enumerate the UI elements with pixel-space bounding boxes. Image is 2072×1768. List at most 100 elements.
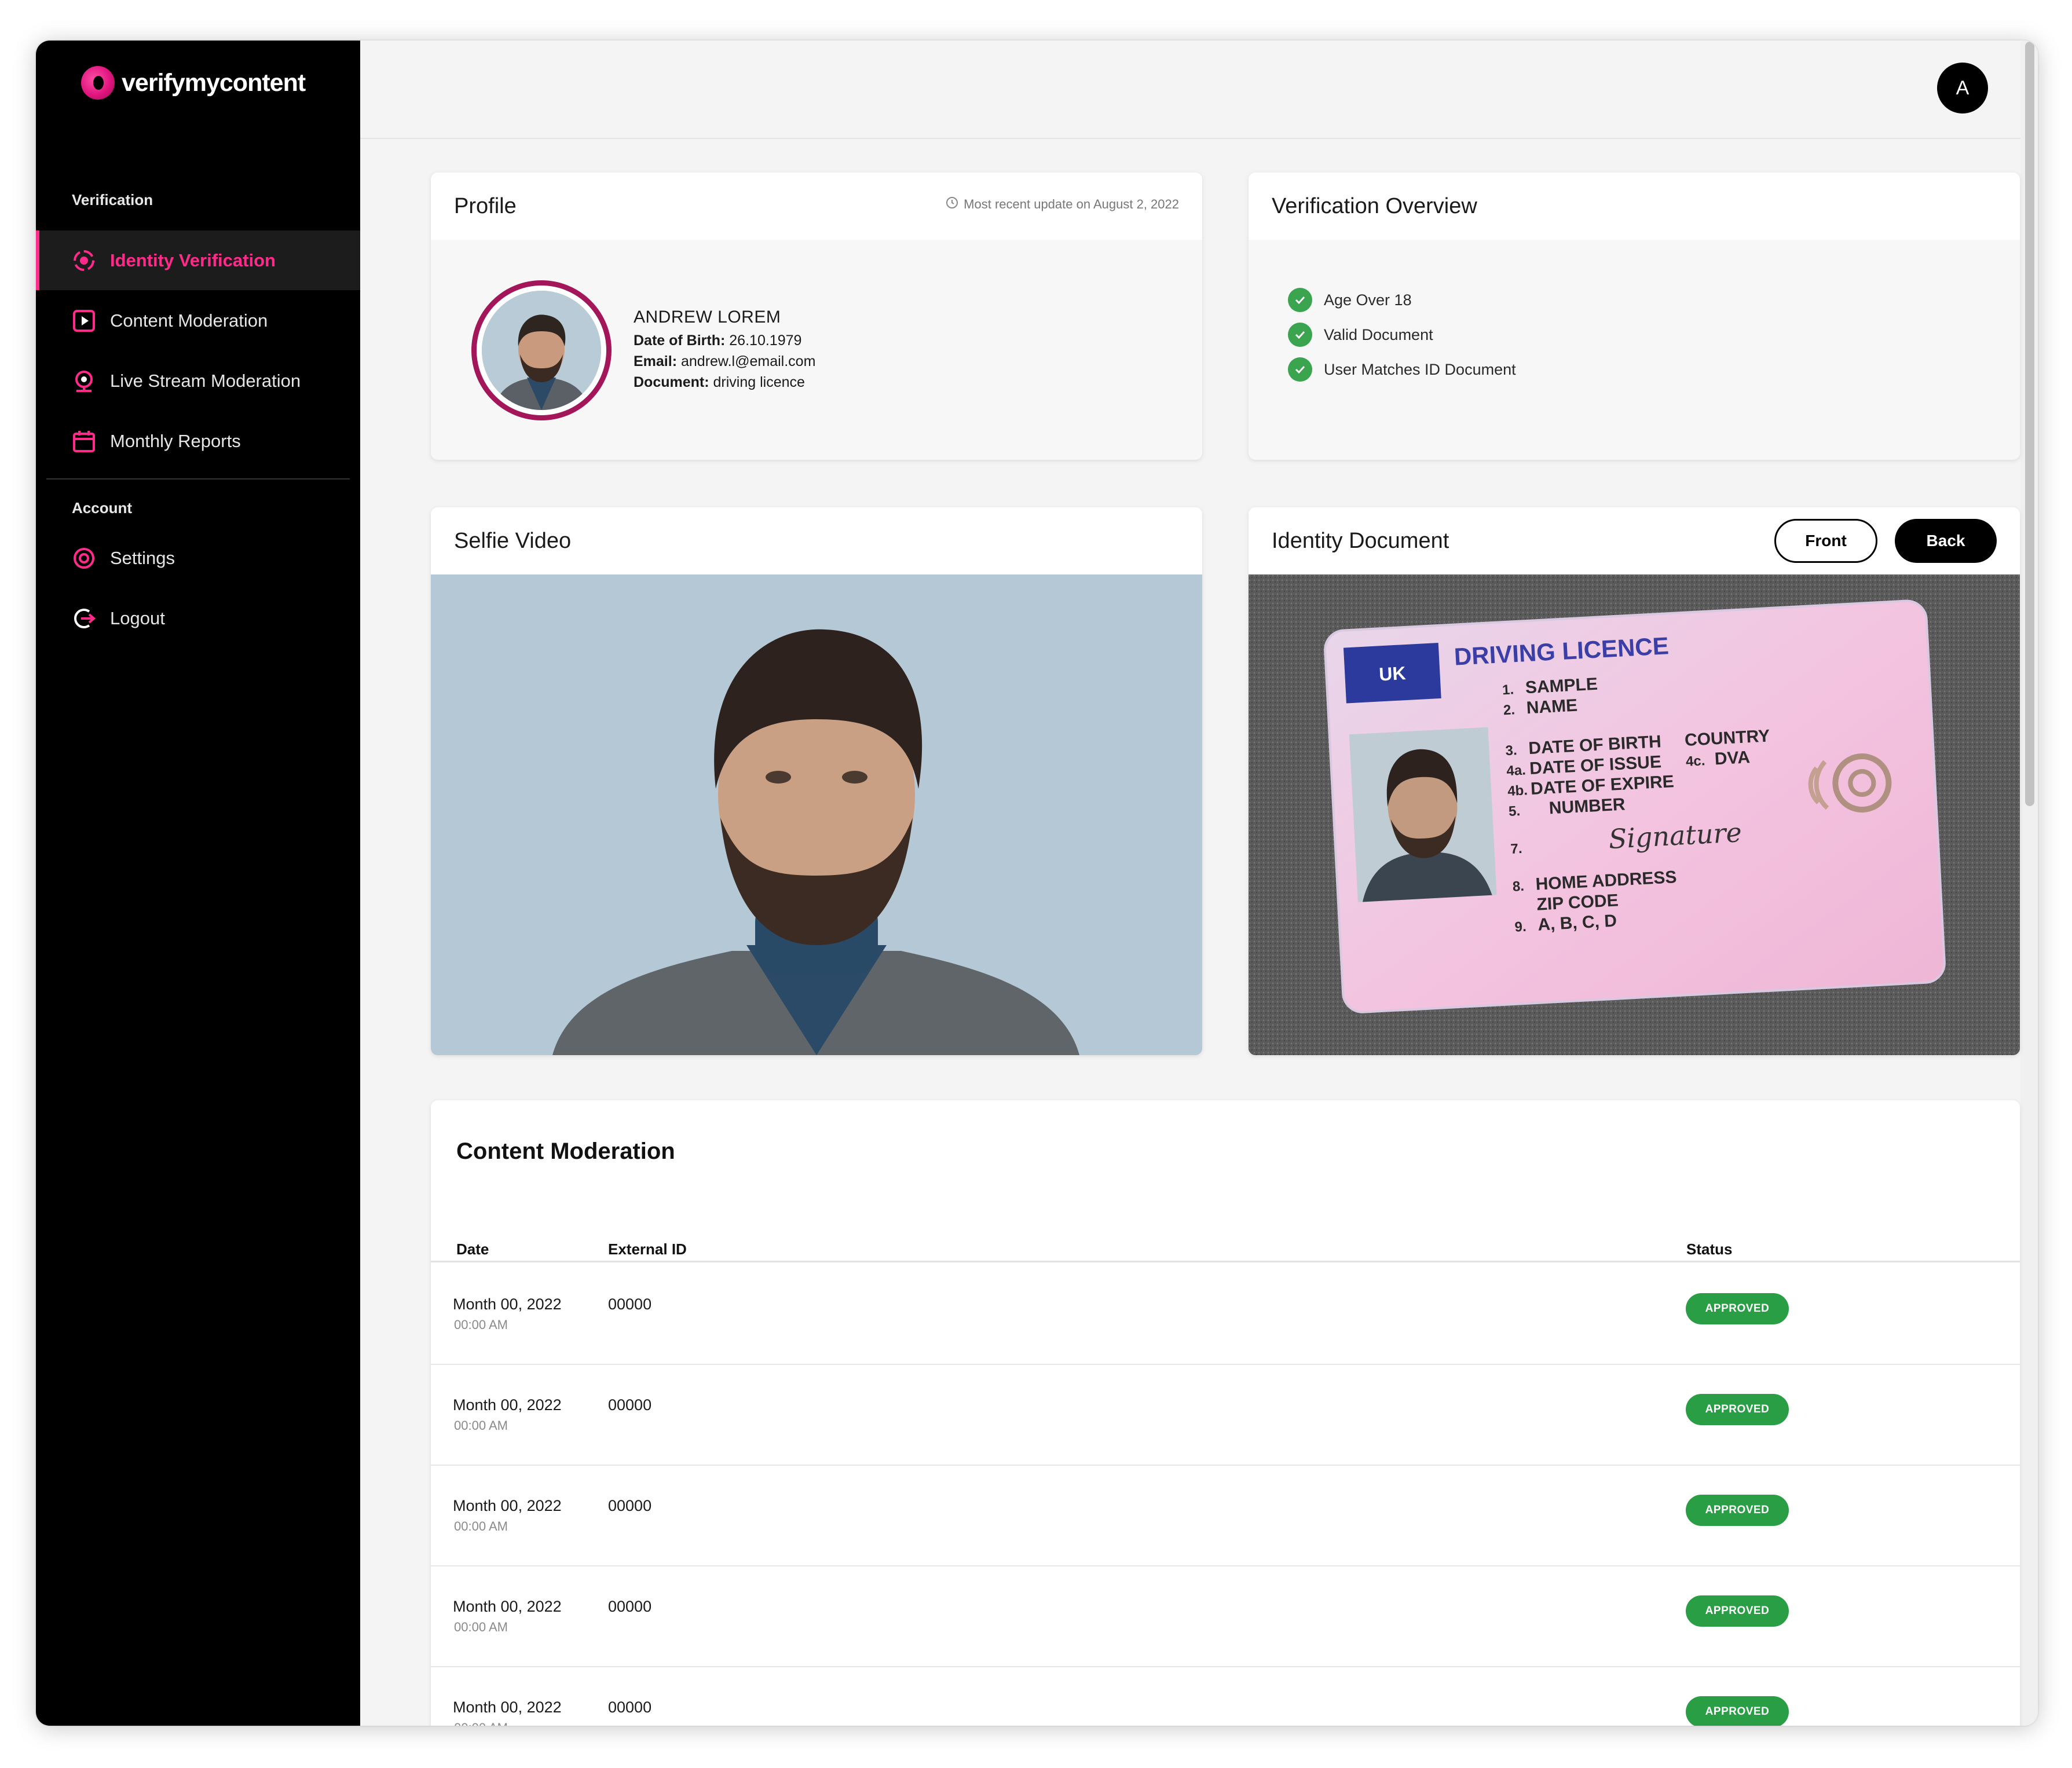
svg-text:8.: 8.: [1512, 878, 1524, 895]
sidebar-divider: [46, 478, 350, 479]
svg-text:5.: 5.: [1508, 803, 1520, 819]
row-time: 00:00 AM: [454, 1519, 508, 1533]
row-date: Month 00, 2022: [453, 1295, 562, 1313]
profile-avatar: [471, 280, 612, 420]
row-time: 00:00 AM: [454, 1721, 508, 1726]
logo-mark-icon: [81, 66, 115, 100]
row-date: Month 00, 2022: [453, 1396, 562, 1414]
svg-text:7.: 7.: [1510, 841, 1522, 857]
sidebar-item-label: Content Moderation: [110, 310, 268, 331]
column-header-status[interactable]: Status: [1686, 1240, 1732, 1258]
table-row[interactable]: Month 00, 2022 00:00 AM 00000 APPROVED: [431, 1264, 2020, 1365]
status-badge: APPROVED: [1686, 1495, 1789, 1526]
svg-text:4c.: 4c.: [1685, 753, 1705, 770]
identity-document-image: UK DRIVING LICENCE 1. SAMPLE 2. NAME 3. …: [1249, 574, 2020, 1055]
user-avatar-button[interactable]: A: [1937, 63, 1988, 114]
profile-title: Profile: [454, 193, 517, 218]
row-time: 00:00 AM: [454, 1317, 508, 1332]
row-external-id: 00000: [608, 1699, 652, 1716]
country-code: UK: [1378, 662, 1406, 684]
email-value: andrew.l@email.com: [680, 353, 816, 369]
status-badge: APPROVED: [1686, 1696, 1789, 1726]
check-icon: [1288, 323, 1312, 347]
iddoc-title: Identity Document: [1272, 528, 1449, 553]
table-row[interactable]: Month 00, 2022 00:00 AM 00000 APPROVED: [431, 1466, 2020, 1566]
profile-name: ANDREW LOREM: [634, 308, 781, 327]
check-label: Valid Document: [1324, 325, 1433, 343]
profile-dob-row: Date of Birth: 26.10.1979: [634, 330, 815, 351]
verification-check-list: Age Over 18 Valid Document User Matches …: [1288, 283, 1516, 387]
logout-icon: [72, 606, 96, 631]
status-badge: APPROVED: [1686, 1293, 1789, 1324]
table-row[interactable]: Month 00, 2022 00:00 AM 00000 APPROVED: [431, 1566, 2020, 1667]
row-external-id: 00000: [608, 1598, 652, 1615]
status-badge: APPROVED: [1686, 1595, 1789, 1627]
sidebar-item-label: Logout: [110, 607, 165, 628]
svg-text:4a.: 4a.: [1506, 762, 1526, 779]
sidebar-item-content-moderation[interactable]: Content Moderation: [36, 291, 360, 350]
overview-card-header: Verification Overview: [1249, 173, 2020, 240]
column-header-external-id[interactable]: External ID: [608, 1240, 687, 1258]
sidebar-item-logout[interactable]: Logout: [36, 588, 360, 648]
settings-ring-icon: [72, 546, 96, 570]
profile-photo: [482, 291, 601, 410]
row-date: Month 00, 2022: [453, 1699, 562, 1716]
document-label: Document:: [634, 374, 709, 390]
svg-text:NAME: NAME: [1526, 696, 1578, 718]
selfie-video-player[interactable]: [431, 574, 1202, 1055]
table-row[interactable]: Month 00, 2022 00:00 AM 00000 APPROVED: [431, 1667, 2020, 1726]
section-label-verification: Verification: [72, 191, 153, 208]
email-label: Email:: [634, 353, 678, 369]
last-update-note: Most recent update on August 2, 2022: [945, 196, 1179, 213]
sidebar-item-settings[interactable]: Settings: [36, 528, 360, 588]
column-header-date[interactable]: Date: [456, 1240, 489, 1258]
table-row[interactable]: Month 00, 2022 00:00 AM 00000 APPROVED: [431, 1365, 2020, 1466]
row-date: Month 00, 2022: [453, 1497, 562, 1514]
moderation-table-header: Date External ID Status: [431, 1216, 2020, 1262]
row-date: Month 00, 2022: [453, 1598, 562, 1615]
overview-title: Verification Overview: [1272, 193, 1477, 218]
moderation-title: Content Moderation: [456, 1139, 675, 1164]
verification-overview-card: Verification Overview Age Over 18 Valid …: [1249, 173, 2020, 460]
svg-text:DVA: DVA: [1714, 748, 1751, 768]
sidebar-item-monthly-reports[interactable]: Monthly Reports: [36, 411, 360, 471]
sidebar-item-label: Identity Verification: [110, 250, 276, 270]
scrollbar-thumb[interactable]: [2025, 42, 2034, 806]
check-icon: [1288, 288, 1312, 312]
webcam-icon: [72, 369, 96, 393]
sidebar-item-live-stream-moderation[interactable]: Live Stream Moderation: [36, 351, 360, 411]
content-moderation-card: Content Moderation Date External ID Stat…: [431, 1100, 2020, 1726]
iddoc-card-header: Identity Document Front Back: [1249, 507, 2020, 574]
scrollbar[interactable]: [2020, 41, 2038, 1726]
check-label: User Matches ID Document: [1324, 360, 1516, 378]
brand-logo[interactable]: verifymycontent: [81, 66, 306, 100]
check-item: Valid Document: [1288, 317, 1516, 352]
top-bar: A: [360, 41, 2038, 139]
sidebar-item-identity-verification[interactable]: Identity Verification: [36, 230, 360, 290]
status-badge: APPROVED: [1686, 1394, 1789, 1425]
check-item: Age Over 18: [1288, 283, 1516, 317]
profile-details: ANDREW LOREM Date of Birth: 26.10.1979 E…: [634, 307, 815, 393]
profile-document-row: Document: driving licence: [634, 372, 815, 393]
profile-email-row: Email: andrew.l@email.com: [634, 351, 815, 372]
sidebar: verifymycontent Verification Identity Ve…: [36, 41, 360, 1726]
section-label-account: Account: [72, 499, 132, 517]
document-value: driving licence: [713, 374, 805, 390]
svg-text:4b.: 4b.: [1507, 782, 1528, 799]
row-external-id: 00000: [608, 1497, 652, 1514]
row-time: 00:00 AM: [454, 1620, 508, 1634]
back-side-button[interactable]: Back: [1895, 519, 1997, 563]
front-side-button[interactable]: Front: [1774, 519, 1877, 563]
play-square-icon: [72, 309, 96, 333]
row-time: 00:00 AM: [454, 1418, 508, 1433]
sidebar-item-label: Monthly Reports: [110, 430, 241, 451]
svg-text:NUMBER: NUMBER: [1548, 795, 1626, 818]
check-item: User Matches ID Document: [1288, 352, 1516, 387]
clock-icon: [945, 196, 959, 213]
identity-document-card: Identity Document Front Back UK DRIVING …: [1249, 507, 2020, 1055]
row-external-id: 00000: [608, 1396, 652, 1414]
check-label: Age Over 18: [1324, 291, 1412, 309]
app-window: verifymycontent Verification Identity Ve…: [36, 41, 2038, 1726]
selfie-video-card: Selfie Video: [431, 507, 1202, 1055]
last-update-text: Most recent update on August 2, 2022: [964, 197, 1179, 211]
